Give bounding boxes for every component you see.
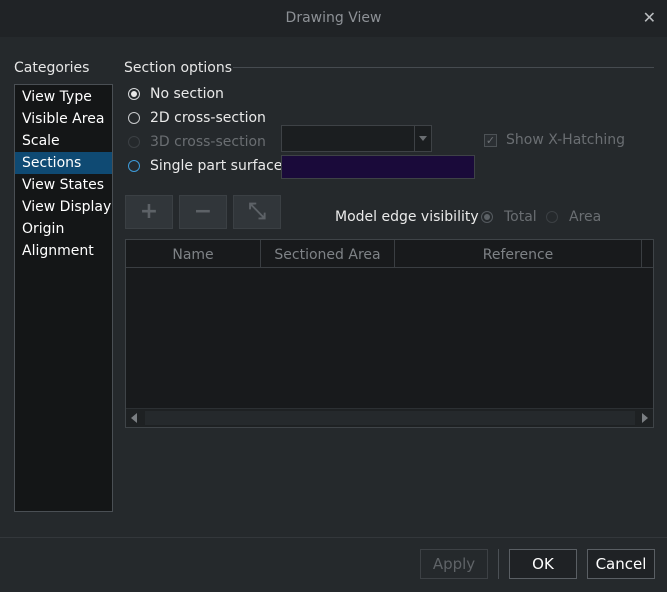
scroll-right-icon[interactable] <box>642 413 648 423</box>
add-section-button: + <box>125 195 173 229</box>
single-part-surface-label: Single part surface <box>150 158 283 174</box>
categories-list: View Type Visible Area Scale Sections Vi… <box>14 84 113 512</box>
edge-visibility-total-radio <box>481 211 493 223</box>
single-part-surface-radio[interactable] <box>128 160 140 172</box>
section-options-label: Section options <box>124 60 233 76</box>
category-sections[interactable]: Sections <box>15 152 112 174</box>
no-section-radio[interactable] <box>128 88 140 100</box>
button-separator <box>498 549 499 579</box>
surface-color-swatch[interactable] <box>281 155 475 179</box>
no-section-label: No section <box>150 86 224 102</box>
window-title: Drawing View <box>285 10 382 26</box>
chevron-down-icon <box>414 126 431 151</box>
minus-icon: − <box>193 199 213 224</box>
show-x-hatching-label: Show X-Hatching <box>506 132 625 148</box>
close-icon[interactable]: ✕ <box>643 8 656 27</box>
cross-section-3d-label: 3D cross-section <box>150 134 266 150</box>
section-options-divider <box>233 67 654 68</box>
column-header-filler <box>642 240 653 268</box>
column-header-name[interactable]: Name <box>126 240 261 268</box>
plus-icon: + <box>139 199 159 224</box>
category-view-type[interactable]: View Type <box>15 86 112 108</box>
cross-section-dropdown <box>281 125 432 152</box>
category-origin[interactable]: Origin <box>15 218 112 240</box>
sections-table: Name Sectioned Area Reference <box>125 239 654 428</box>
edge-visibility-total-label: Total <box>504 209 537 225</box>
flip-arrows-icon: ⤡ <box>248 199 266 224</box>
category-alignment[interactable]: Alignment <box>15 240 112 262</box>
cross-section-2d-radio[interactable] <box>128 112 140 124</box>
cross-section-3d-radio <box>128 136 140 148</box>
categories-label: Categories <box>14 60 90 76</box>
show-x-hatching-checkbox: ✓ <box>484 134 497 147</box>
edge-visibility-area-radio <box>546 211 558 223</box>
category-view-display[interactable]: View Display <box>15 196 112 218</box>
cancel-button[interactable]: Cancel <box>587 549 655 579</box>
cross-section-2d-label: 2D cross-section <box>150 110 266 126</box>
category-scale[interactable]: Scale <box>15 130 112 152</box>
title-bar: Drawing View ✕ <box>0 0 667 37</box>
apply-button: Apply <box>420 549 488 579</box>
scrollbar-track[interactable] <box>145 411 635 425</box>
model-edge-visibility-label: Model edge visibility <box>335 209 479 225</box>
ok-button[interactable]: OK <box>509 549 577 579</box>
category-view-states[interactable]: View States <box>15 174 112 196</box>
edge-visibility-area-label: Area <box>569 209 602 225</box>
remove-section-button: − <box>179 195 227 229</box>
flip-section-button: ⤡ <box>233 195 281 229</box>
column-header-reference[interactable]: Reference <box>395 240 642 268</box>
column-header-sectioned-area[interactable]: Sectioned Area <box>261 240 395 268</box>
scroll-left-icon[interactable] <box>131 413 137 423</box>
horizontal-scrollbar[interactable] <box>126 408 653 427</box>
category-visible-area[interactable]: Visible Area <box>15 108 112 130</box>
footer-divider <box>0 537 667 538</box>
